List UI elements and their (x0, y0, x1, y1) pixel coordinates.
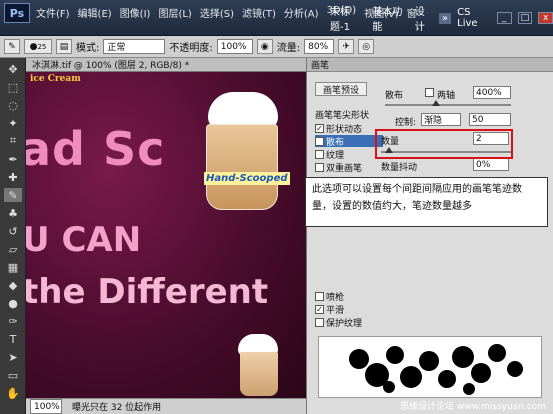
panel-item-airbrush[interactable]: 喷枪 (315, 290, 383, 303)
menu-file[interactable]: 文件(F) (36, 5, 70, 21)
brush-tool-icon[interactable]: ✎ (4, 39, 20, 54)
lasso-tool-icon[interactable]: ◌ (4, 98, 22, 112)
art-line-3: the Different (26, 272, 269, 312)
art-line-1: ad Sc (26, 122, 166, 176)
brush-presets-button[interactable]: 画笔预设 (315, 82, 367, 96)
panel-item-texture[interactable]: 纹理 (315, 148, 383, 161)
move-tool-icon[interactable]: ✥ (4, 62, 22, 76)
panel-item-smoothing[interactable]: ✓ 平滑 (315, 303, 383, 316)
menu-analysis[interactable]: 分析(A) (284, 5, 319, 21)
doc-title-item[interactable]: 未标题-1 (330, 3, 366, 33)
mode-select[interactable]: 正常 (103, 39, 166, 54)
gradient-tool-icon[interactable]: ▦ (4, 260, 22, 274)
menu-filter[interactable]: 滤镜(T) (242, 5, 276, 21)
workspace-essentials[interactable]: 基本功能 (372, 3, 408, 33)
options-bar: ✎ ● 25 ▤ 模式: 正常 不透明度: 100% ◉ 流量: 80% ✈ ◎ (0, 36, 553, 58)
highlight-frame (375, 129, 513, 159)
workspace-design[interactable]: 设计 (415, 3, 433, 33)
airbrush-icon[interactable]: ✈ (338, 39, 355, 54)
dodge-tool-icon[interactable]: ● (4, 296, 22, 310)
workspace-switcher: 未标题-1 基本功能 设计 » CS Live _ □ x (330, 3, 553, 33)
pen-tool-icon[interactable]: ✑ (4, 314, 22, 328)
menu-select[interactable]: 选择(S) (200, 5, 234, 21)
document-canvas[interactable]: ice Cream ad Sc U CAN the Different Hand… (26, 72, 306, 398)
menu-bar: Ps 文件(F) 编辑(E) 图像(I) 图层(L) 选择(S) 滤镜(T) 分… (0, 0, 553, 36)
pressure-size-icon[interactable]: ◎ (358, 39, 375, 54)
menu-image[interactable]: 图像(I) (120, 5, 151, 21)
count-jitter-input[interactable]: 0% (473, 158, 509, 171)
scatter-label: 散布 (385, 91, 404, 101)
flow-input[interactable]: 80% (304, 39, 335, 54)
brush-preset-picker[interactable]: ● 25 (24, 39, 52, 54)
cs-live-button[interactable]: CS Live (457, 7, 491, 29)
blur-tool-icon[interactable]: ◆ (4, 278, 22, 292)
count-jitter-label: 数量抖动 (381, 163, 418, 173)
panel-item-shape-dynamics[interactable]: ✓ 形状动态 (315, 122, 383, 135)
mode-label: 模式: (76, 43, 100, 54)
scatter-slider-knob[interactable] (432, 100, 440, 106)
zoom-level[interactable]: 100% (30, 399, 62, 414)
checkbox[interactable]: ✓ (315, 136, 324, 146)
cup-brand-text: Hand-Scooped (204, 172, 290, 185)
document-tab[interactable]: 冰淇淋.tif @ 100% (图层 2, RGB/8) * (26, 58, 306, 72)
opacity-label: 不透明度: (169, 43, 213, 54)
control-label: 控制: (395, 118, 417, 128)
checkbox[interactable] (315, 317, 324, 327)
panel-item-scatter[interactable]: ✓ 散布 (315, 135, 383, 148)
eyedropper-tool-icon[interactable]: ✒ (4, 152, 22, 166)
checkbox[interactable]: ✓ (315, 304, 324, 314)
photoshop-logo: Ps (4, 3, 30, 23)
brush-stroke-preview (318, 336, 542, 398)
scatter-slider[interactable] (385, 104, 511, 106)
shape-tool-icon[interactable]: ▭ (4, 368, 22, 382)
both-axes-checkbox[interactable] (425, 88, 434, 97)
minimize-button[interactable]: _ (496, 12, 512, 24)
checkbox[interactable] (315, 149, 324, 159)
type-tool-icon[interactable]: T (4, 332, 22, 346)
brush-panel-toggle-icon[interactable]: ▤ (56, 39, 72, 54)
flow-label: 流量: (276, 43, 301, 54)
crop-tool-icon[interactable]: ⌗ (4, 134, 22, 148)
menu-edit[interactable]: 编辑(E) (78, 5, 112, 21)
marquee-tool-icon[interactable]: ⬚ (4, 80, 22, 94)
checkbox[interactable] (315, 162, 324, 172)
menu-layer[interactable]: 图层(L) (158, 5, 191, 21)
scatter-input[interactable]: 400% (473, 86, 511, 99)
watermark-text: 思缘设计论坛 www.missyuan.com (400, 402, 546, 412)
close-button[interactable]: x (538, 12, 553, 24)
more-workspaces-icon[interactable]: » (439, 12, 452, 24)
brush-panel-tab[interactable]: 画笔 (307, 58, 553, 72)
status-text: 曝光只在 32 位起作用 (72, 403, 162, 413)
checkbox[interactable] (315, 291, 324, 301)
history-brush-tool-icon[interactable]: ↺ (4, 224, 22, 238)
status-bar: 100% 曝光只在 32 位起作用 (26, 398, 306, 414)
tip-callout: 此选项可以设置每个间距间隔应用的画笔笔迹数量，设置的数值约大，笔迹数量越多 (305, 177, 548, 227)
healing-tool-icon[interactable]: ✚ (4, 170, 22, 184)
brush-tool-active-icon[interactable]: ✎ (4, 188, 22, 202)
control-amount-input[interactable]: 50 (469, 113, 511, 126)
small-cup-image (236, 334, 282, 398)
eraser-tool-icon[interactable]: ▱ (4, 242, 22, 256)
opacity-input[interactable]: 100% (216, 39, 253, 54)
maximize-button[interactable]: □ (517, 12, 533, 24)
milkshake-image: Hand-Scooped (198, 92, 290, 212)
preview-svg (349, 344, 523, 395)
clone-stamp-tool-icon[interactable]: ♣ (4, 206, 22, 220)
quick-select-tool-icon[interactable]: ✦ (4, 116, 22, 130)
art-line-2: U CAN (26, 220, 142, 260)
panel-item-protect-texture[interactable]: 保护纹理 (315, 316, 383, 329)
control-select[interactable]: 渐隐 (421, 113, 461, 126)
pressure-opacity-icon[interactable]: ◉ (256, 39, 273, 54)
checkbox[interactable]: ✓ (315, 123, 324, 133)
panel-item-dual-brush[interactable]: 双重画笔 (315, 161, 383, 174)
preview-dabs (349, 344, 523, 395)
hand-tool-icon[interactable]: ✋ (4, 386, 22, 400)
toolbox: ✥ ⬚ ◌ ✦ ⌗ ✒ ✚ ✎ ♣ ↺ ▱ ▦ ◆ ● ✑ T ➤ ▭ ✋ (0, 58, 26, 414)
tip-shape-item[interactable]: 画笔笔尖形状 (315, 108, 369, 121)
path-select-tool-icon[interactable]: ➤ (4, 350, 22, 364)
art-ice-cream-text: ice Cream (30, 74, 81, 84)
